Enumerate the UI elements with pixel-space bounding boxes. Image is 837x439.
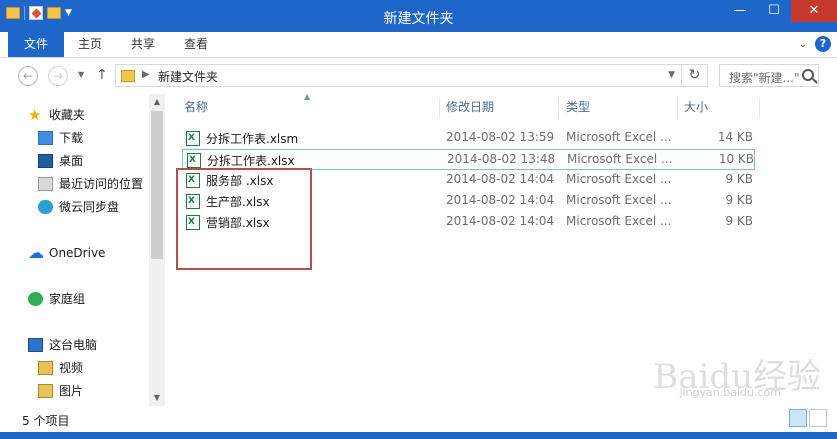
sidebar-item-downloads[interactable]: 下载 — [38, 127, 83, 149]
videos-folder-icon — [38, 361, 53, 375]
sidebar-item-favorites[interactable]: ★ 收藏夹 — [28, 104, 85, 126]
column-header-name[interactable]: 名称 — [184, 94, 208, 120]
column-divider[interactable] — [439, 97, 440, 119]
explorer-window: ▼ 新建文件夹 — ☐ ✕ 文件 主页 共享 查看 ⌄ ? ← → ▼ ↑ ▶ … — [0, 0, 837, 439]
title-bar: ▼ 新建文件夹 — ☐ ✕ — [0, 0, 837, 32]
file-type: Microsoft Excel ... — [566, 214, 672, 228]
sidebar-item-pictures[interactable]: 图片 — [38, 380, 83, 402]
file-size: 9 KB — [725, 214, 753, 228]
window-title: 新建文件夹 — [383, 11, 454, 27]
file-type: Microsoft Excel ... — [567, 152, 673, 166]
file-name: 分拆工作表.xlsx — [207, 154, 295, 168]
details-view-icon[interactable] — [789, 409, 807, 427]
address-dropdown-icon[interactable]: ▼ — [668, 70, 675, 80]
search-input[interactable]: 搜索"新建..." — [719, 64, 819, 87]
breadcrumb[interactable]: 新建文件夹 — [158, 68, 218, 85]
search-icon — [802, 69, 814, 81]
pictures-folder-icon — [38, 384, 53, 398]
desktop-icon — [38, 154, 53, 168]
sidebar-item-label: 视频 — [59, 361, 84, 375]
sidebar-item-label: 微云同步盘 — [59, 200, 120, 214]
maximize-button[interactable]: ☐ — [757, 0, 791, 22]
file-date: 2014-08-02 14:04 — [446, 193, 555, 207]
minimize-button[interactable]: — — [723, 0, 757, 22]
sidebar-item-label: 收藏夹 — [49, 108, 86, 122]
tab-view[interactable]: 查看 — [184, 32, 208, 57]
excel-file-icon — [186, 131, 200, 146]
recent-places-icon — [38, 177, 53, 191]
homegroup-icon — [28, 292, 43, 306]
ribbon-tabs: 文件 主页 共享 查看 ⌄ ? — [0, 32, 837, 58]
recent-locations-icon[interactable]: ▼ — [78, 70, 84, 79]
sidebar-item-videos[interactable]: 视频 — [38, 357, 83, 379]
file-type: Microsoft Excel ... — [566, 172, 672, 186]
breadcrumb-arrow-icon[interactable]: ▶ — [142, 69, 150, 80]
sidebar-item-recent-places[interactable]: 最近访问的位置 — [38, 173, 143, 195]
search-placeholder: 搜索"新建..." — [729, 71, 800, 85]
folder-icon — [121, 70, 135, 82]
column-divider[interactable] — [677, 97, 678, 119]
table-row[interactable]: 分拆工作表.xlsm 2014-08-02 13:59 Microsoft Ex… — [182, 128, 755, 149]
scroll-down-icon[interactable]: ▼ — [149, 390, 165, 406]
sidebar-item-desktop[interactable]: 桌面 — [38, 150, 83, 172]
status-bar: 5 个项目 — [0, 406, 837, 432]
download-folder-icon — [38, 131, 53, 145]
sidebar-item-label: 桌面 — [59, 154, 84, 168]
help-icon[interactable]: ? — [815, 36, 831, 52]
scroll-up-icon[interactable]: ▲ — [149, 94, 165, 110]
navigation-bar: ← → ▼ ↑ ▶ 新建文件夹 ▼ ↻ 搜索"新建..." — [0, 58, 837, 94]
file-name: 分拆工作表.xlsm — [206, 132, 299, 146]
close-button[interactable]: ✕ — [791, 0, 837, 22]
column-header-type[interactable]: 类型 — [566, 94, 590, 120]
file-date: 2014-08-02 14:04 — [446, 214, 555, 228]
star-icon: ★ — [28, 106, 42, 124]
file-type: Microsoft Excel ... — [566, 130, 672, 144]
column-header-size[interactable]: 大小 — [684, 94, 708, 120]
sidebar-item-label: 图片 — [59, 384, 84, 398]
navigation-pane: ★ 收藏夹 下载 桌面 最近访问的位置 微云同步盘 ☁ OneDrive 家庭组… — [0, 94, 165, 406]
weiyun-cloud-icon — [38, 200, 53, 214]
highlight-box — [176, 168, 312, 270]
sidebar-item-label: OneDrive — [49, 246, 106, 260]
refresh-button[interactable]: ↻ — [682, 64, 708, 87]
sidebar-item-weiyun[interactable]: 微云同步盘 — [38, 196, 119, 218]
file-date: 2014-08-02 14:04 — [446, 172, 555, 186]
file-size: 9 KB — [725, 193, 753, 207]
excel-file-icon — [187, 153, 201, 168]
tab-home[interactable]: 主页 — [78, 32, 102, 57]
sidebar-item-label: 下载 — [59, 131, 84, 145]
file-type: Microsoft Excel ... — [566, 193, 672, 207]
sidebar-item-label: 这台电脑 — [49, 338, 98, 352]
this-pc-icon — [28, 338, 43, 352]
watermark-url: jingyan.baidu.com — [679, 386, 781, 399]
back-button[interactable]: ← — [18, 66, 38, 86]
up-button[interactable]: ↑ — [96, 67, 108, 83]
file-date: 2014-08-02 13:48 — [447, 152, 556, 166]
tab-share[interactable]: 共享 — [131, 32, 155, 57]
sidebar-item-label: 家庭组 — [49, 292, 86, 306]
large-icons-view-icon[interactable] — [809, 409, 827, 427]
file-size: 9 KB — [725, 172, 753, 186]
tab-file[interactable]: 文件 — [8, 32, 64, 57]
sidebar-item-homegroup[interactable]: 家庭组 — [28, 288, 85, 310]
sidebar-item-onedrive[interactable]: ☁ OneDrive — [28, 242, 105, 264]
sidebar-item-label: 最近访问的位置 — [59, 177, 144, 191]
item-count: 5 个项目 — [22, 414, 70, 428]
column-divider[interactable] — [558, 97, 559, 119]
sort-ascending-icon: ▲ — [304, 92, 311, 101]
file-size: 14 KB — [717, 130, 753, 144]
forward-button[interactable]: → — [48, 66, 68, 86]
sidebar-item-this-pc[interactable]: 这台电脑 — [28, 334, 97, 356]
column-divider[interactable] — [759, 97, 760, 119]
column-header-date[interactable]: 修改日期 — [446, 94, 494, 120]
scrollbar-thumb[interactable] — [151, 111, 163, 259]
expand-ribbon-icon[interactable]: ⌄ — [799, 39, 807, 50]
onedrive-cloud-icon: ☁ — [28, 243, 44, 262]
address-bar[interactable]: ▶ 新建文件夹 ▼ — [115, 64, 682, 87]
file-date: 2014-08-02 13:59 — [446, 130, 555, 144]
navigation-scrollbar[interactable]: ▲ ▼ — [149, 94, 165, 406]
table-row[interactable]: 分拆工作表.xlsx 2014-08-02 13:48 Microsoft Ex… — [182, 149, 755, 170]
explorer-body: ★ 收藏夹 下载 桌面 最近访问的位置 微云同步盘 ☁ OneDrive 家庭组… — [0, 92, 837, 406]
file-size: 10 KB — [718, 152, 754, 166]
